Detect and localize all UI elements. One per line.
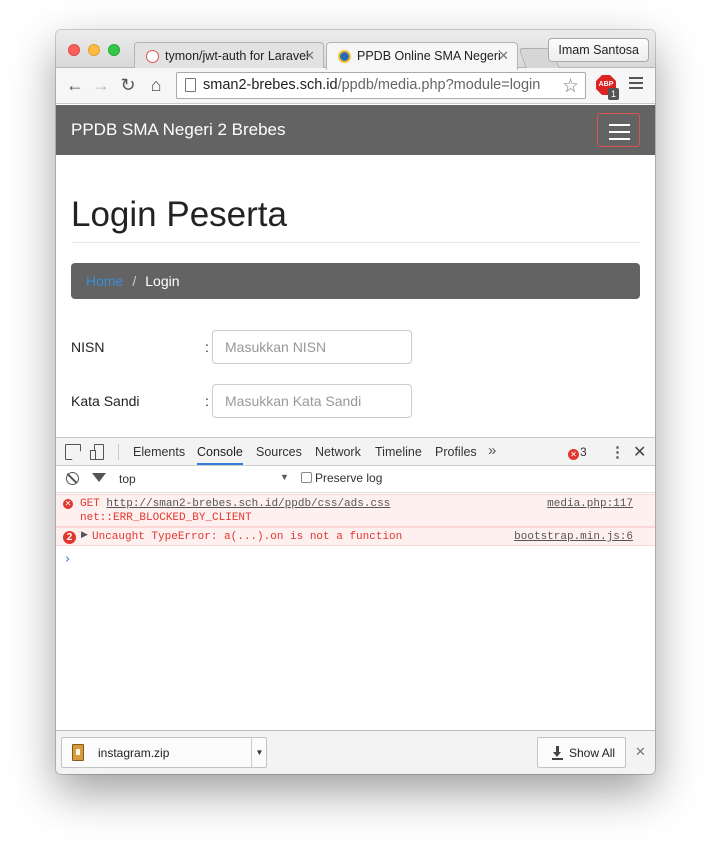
devtools-tabbar: Elements Console Sources Network Timelin… <box>56 438 655 466</box>
zip-file-icon <box>72 744 84 761</box>
devtools-close-icon[interactable]: ✕ <box>633 442 646 462</box>
message-line: GET http://sman2-brebes.sch.id/ppdb/css/… <box>80 498 390 510</box>
devtools-menu-icon[interactable]: ⋮ <box>610 443 625 461</box>
favicon-icon <box>338 50 351 63</box>
error-counter[interactable]: ✕ 3 <box>568 445 587 460</box>
tab-console[interactable]: Console <box>197 445 243 465</box>
breadcrumb-separator: / <box>132 273 137 289</box>
request-method: GET <box>80 498 100 510</box>
colon: : <box>205 339 209 355</box>
profile-button[interactable]: Imam Santosa <box>548 38 649 62</box>
checkbox-icon <box>301 472 312 483</box>
request-url-link[interactable]: http://sman2-brebes.sch.id/ppdb/css/ads.… <box>106 498 390 510</box>
breadcrumb-current: Login <box>145 273 180 289</box>
download-options-arrow-icon[interactable]: ▼ <box>251 738 267 767</box>
tab-ppdb[interactable]: PPDB Online SMA Negeri 2 B ✕ <box>326 42 518 70</box>
dropdown-arrow-icon[interactable]: ▼ <box>280 472 289 482</box>
page-icon <box>185 78 196 92</box>
console-message: ✕ GET http://sman2-brebes.sch.id/ppdb/cs… <box>56 494 655 527</box>
preserve-log-checkbox[interactable]: Preserve log <box>301 471 382 485</box>
page-viewport: PPDB SMA Negeri 2 Brebes Login Peserta H… <box>56 105 655 437</box>
url-path: /ppdb/media.php?module=login <box>337 77 541 93</box>
nisn-label: NISN <box>71 339 105 355</box>
console-message: 2 ▶ Uncaught TypeError: a(...).on is not… <box>56 527 655 546</box>
page-title: Login Peserta <box>71 195 287 234</box>
bookmark-star-icon[interactable]: ☆ <box>562 75 579 98</box>
divider <box>118 444 119 460</box>
error-text: Uncaught TypeError: a(...).on is not a f… <box>92 531 403 543</box>
divider <box>71 242 640 243</box>
forward-arrow-icon[interactable]: → <box>90 75 112 96</box>
nisn-input[interactable] <box>212 330 412 364</box>
tab-close-icon[interactable]: ✕ <box>304 48 315 64</box>
download-bar: instagram.zip ▼ Show All ✕ <box>56 730 655 774</box>
device-mode-icon[interactable] <box>90 444 106 460</box>
clear-console-icon[interactable] <box>66 472 79 485</box>
inspect-element-icon[interactable] <box>65 444 81 460</box>
error-icon: ✕ <box>568 449 579 460</box>
tab-label: tymon/jwt-auth for Laravel <box>165 49 309 63</box>
address-bar[interactable]: sman2-brebes.sch.id/ppdb/media.php?modul… <box>176 72 586 99</box>
tab-profiles[interactable]: Profiles <box>435 445 477 459</box>
navbar-toggle-button[interactable] <box>597 113 640 147</box>
navbar-brand[interactable]: PPDB SMA Negeri 2 Brebes <box>71 120 285 140</box>
reload-icon[interactable]: ↻ <box>117 75 139 96</box>
source-link[interactable]: media.php:117 <box>547 498 633 510</box>
tab-jwt-auth[interactable]: tymon/jwt-auth for Laravel ✕ <box>134 42 324 69</box>
more-tabs-icon[interactable]: » <box>488 442 496 459</box>
tab-strip: tymon/jwt-auth for Laravel ✕ PPDB Online… <box>56 30 655 70</box>
download-item[interactable]: instagram.zip ▼ <box>61 737 267 768</box>
password-row: Kata Sandi : <box>71 384 491 418</box>
expand-triangle-icon[interactable]: ▶ <box>81 530 88 540</box>
close-window-button[interactable] <box>68 44 80 56</box>
console-toolbar: top ▼ Preserve log <box>56 466 655 493</box>
show-all-label: Show All <box>569 746 616 760</box>
error-detail: net::ERR_BLOCKED_BY_CLIENT <box>80 512 252 524</box>
breadcrumb: Home / Login <box>71 263 640 299</box>
repeat-count-badge: 2 <box>63 531 76 544</box>
download-icon <box>552 746 563 760</box>
devtools-panel: Elements Console Sources Network Timelin… <box>56 437 655 730</box>
zoom-window-button[interactable] <box>108 44 120 56</box>
colon: : <box>205 393 209 409</box>
nisn-row: NISN : <box>71 330 491 364</box>
browser-menu-icon[interactable] <box>629 77 643 92</box>
tab-network[interactable]: Network <box>315 445 361 459</box>
preserve-log-label: Preserve log <box>315 471 383 485</box>
minimize-window-button[interactable] <box>88 44 100 56</box>
filter-icon[interactable] <box>92 473 106 482</box>
hamburger-icon <box>609 124 630 126</box>
browser-window: tymon/jwt-auth for Laravel ✕ PPDB Online… <box>56 30 655 774</box>
password-input[interactable] <box>212 384 412 418</box>
show-all-button[interactable]: Show All <box>537 737 626 768</box>
context-selector[interactable]: top <box>119 472 136 486</box>
browser-toolbar: ← → ↻ ⌂ sman2-brebes.sch.id/ppdb/media.p… <box>56 68 655 104</box>
tab-sources[interactable]: Sources <box>256 445 302 459</box>
password-label: Kata Sandi <box>71 393 140 409</box>
source-link[interactable]: bootstrap.min.js:6 <box>514 531 633 543</box>
adblock-badge: 1 <box>608 88 619 100</box>
url-host: sman2-brebes.sch.id <box>203 77 338 93</box>
error-icon: ✕ <box>63 499 73 509</box>
breadcrumb-home-link[interactable]: Home <box>86 273 123 289</box>
close-download-bar-icon[interactable]: ✕ <box>635 744 646 760</box>
error-count: 3 <box>580 445 587 459</box>
favicon-icon <box>146 50 159 63</box>
navbar: PPDB SMA Negeri 2 Brebes <box>56 105 655 155</box>
tab-label: PPDB Online SMA Negeri 2 B <box>357 49 502 63</box>
tab-close-icon[interactable]: ✕ <box>498 48 509 64</box>
back-arrow-icon[interactable]: ← <box>64 75 86 96</box>
tab-elements[interactable]: Elements <box>133 445 185 459</box>
home-icon[interactable]: ⌂ <box>145 75 167 96</box>
console-prompt[interactable]: › <box>65 552 70 567</box>
tab-timeline[interactable]: Timeline <box>375 445 422 459</box>
download-file-name: instagram.zip <box>98 746 170 760</box>
